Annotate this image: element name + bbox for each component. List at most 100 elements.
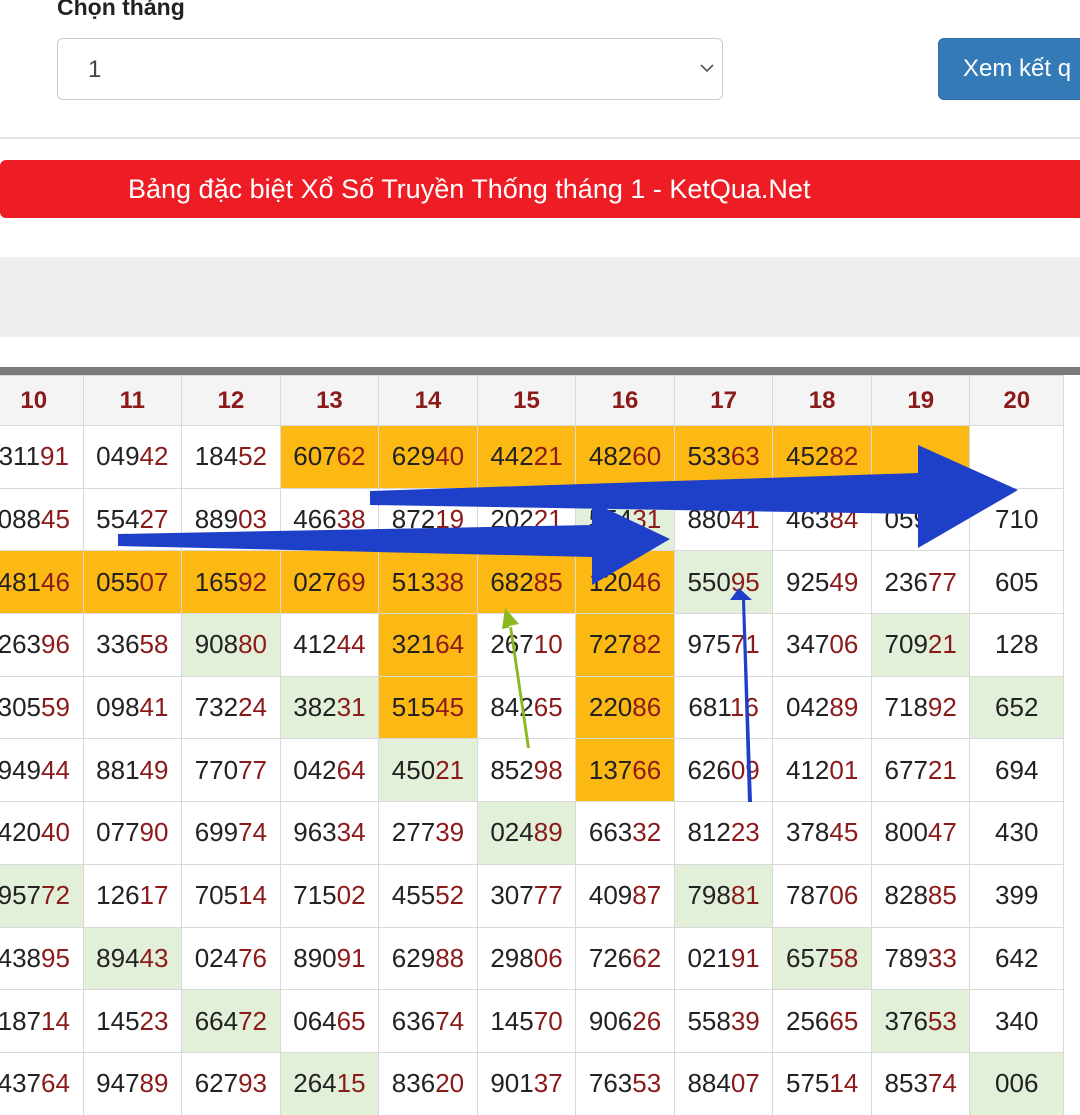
result-head-digits: 787 xyxy=(785,880,830,911)
result-cell: 78706 xyxy=(772,863,872,928)
result-tail-digits: 17 xyxy=(139,880,169,911)
result-head-digits: 450 xyxy=(391,754,436,785)
view-results-button[interactable]: Xem kết q xyxy=(938,38,1080,100)
result-head-digits: 770 xyxy=(194,754,239,785)
result-tail-digits: 39 xyxy=(435,817,465,848)
result-tail-digits: 77 xyxy=(927,566,957,597)
table-row: 94944 88149 77077 04264 45021 85298 13766 62609… xyxy=(0,738,1064,803)
result-tail-digits: 37 xyxy=(533,1068,563,1099)
result-cell: 33658 xyxy=(82,613,183,677)
month-select[interactable]: 1 xyxy=(57,38,723,100)
result-cell: 94944 xyxy=(0,738,84,803)
result-head-digits: 732 xyxy=(194,692,239,723)
result-head-digits: 088 xyxy=(0,504,41,535)
result-tail-digits: 44 xyxy=(41,754,70,785)
result-cell: 46638 xyxy=(279,487,380,552)
result-cell: 80047 xyxy=(870,801,971,865)
result-cell: 89091 xyxy=(279,926,380,991)
result-tail-digits: 71 xyxy=(730,629,760,660)
result-cell: 30777 xyxy=(476,863,577,928)
result-head-digits: 694 xyxy=(995,754,1039,785)
result-cell: 70921 xyxy=(870,613,971,677)
chevron-down-icon xyxy=(700,64,714,73)
result-tail-digits: 21 xyxy=(435,754,465,785)
result-cell: 73224 xyxy=(181,675,281,740)
result-tail-digits: 65 xyxy=(829,1005,859,1036)
result-head-digits: 657 xyxy=(785,942,830,973)
result-tail-digits: 63 xyxy=(730,441,760,472)
result-cell: 55431 xyxy=(575,487,675,552)
result-cell: 25665 xyxy=(772,989,872,1053)
result-cell: 29806 xyxy=(476,926,577,991)
result-head-digits: 626 xyxy=(687,754,731,785)
result-cell: 62609 xyxy=(673,738,774,803)
result-cell: 90626 xyxy=(575,989,675,1053)
result-tail-digits: 65 xyxy=(336,1005,366,1036)
result-head-digits: 430 xyxy=(995,817,1039,848)
result-tail-digits: 74 xyxy=(238,817,268,848)
result-tail-digits: 59 xyxy=(41,692,70,723)
result-head-digits: 710 xyxy=(995,504,1039,535)
result-tail-digits: 33 xyxy=(927,942,957,973)
result-head-digits: 455 xyxy=(391,880,436,911)
result-head-digits: 957 xyxy=(0,880,41,911)
result-tail-digits: 58 xyxy=(829,942,859,973)
column-header: 12 xyxy=(181,375,281,426)
result-head-digits: 120 xyxy=(588,566,633,597)
result-tail-digits: 62 xyxy=(336,441,366,472)
result-tail-digits: 89 xyxy=(829,692,859,723)
result-head-digits: 652 xyxy=(995,692,1039,723)
result-tail-digits: 39 xyxy=(730,1005,760,1036)
result-head-digits: 437 xyxy=(0,1068,41,1099)
table-row: 30559 09841 73224 38231 51545 84265 22086 68116… xyxy=(0,675,1064,740)
column-header: 13 xyxy=(279,375,380,426)
result-head-digits: 812 xyxy=(687,817,731,848)
result-head-digits: 220 xyxy=(588,692,633,723)
result-cell: 48146 xyxy=(0,550,84,615)
result-tail-digits: 06 xyxy=(829,880,859,911)
result-head-digits: 264 xyxy=(293,1068,337,1099)
result-cell: 02476 xyxy=(181,926,281,991)
result-head-digits: 642 xyxy=(995,942,1039,973)
divider xyxy=(0,137,1080,139)
result-tail-digits: 84 xyxy=(829,504,859,535)
result-head-digits: 098 xyxy=(96,692,140,723)
result-head-digits: 399 xyxy=(995,880,1039,911)
result-cell: 62988 xyxy=(378,926,478,991)
result-cell: 45021 xyxy=(378,738,478,803)
result-tail-digits: 38 xyxy=(435,566,465,597)
result-tail-digits: 49 xyxy=(829,566,859,597)
result-tail-digits: 69 xyxy=(336,566,366,597)
result-tail-digits: 03 xyxy=(238,504,268,535)
result-tail-digits: 16 xyxy=(729,692,759,723)
result-head-digits: 466 xyxy=(293,504,337,535)
result-head-digits: 880 xyxy=(687,504,731,535)
result-head-digits: 042 xyxy=(293,754,337,785)
result-head-digits: 949 xyxy=(0,754,41,785)
result-cell: 57514 xyxy=(772,1051,872,1115)
result-tail-digits: 34 xyxy=(336,817,366,848)
result-cell: 71892 xyxy=(870,675,971,740)
result-cell: 88903 xyxy=(181,487,281,552)
result-cell: 90137 xyxy=(476,1051,577,1115)
result-cell: 82885 xyxy=(870,863,971,928)
special-results-table-container[interactable]: 10 11 12 13 14 15 16 17 18 19 20 31191 04942 18452 60… xyxy=(0,367,1080,1115)
result-head-digits: 558 xyxy=(687,1005,731,1036)
result-cell: 14570 xyxy=(476,989,577,1053)
result-tail-digits: 14 xyxy=(41,1005,70,1036)
special-results-table: 10 11 12 13 14 15 16 17 18 19 20 31191 04942 18452 60… xyxy=(0,375,1064,1115)
result-tail-digits: 95 xyxy=(730,566,760,597)
result-head-digits: 890 xyxy=(293,942,337,973)
result-tail-digits: 27 xyxy=(139,504,169,535)
result-cell: 78933 xyxy=(870,926,971,991)
result-head-digits: 027 xyxy=(293,566,337,597)
result-head-digits: 236 xyxy=(884,566,928,597)
result-tail-digits: 23 xyxy=(730,817,760,848)
result-tail-digits: 21 xyxy=(927,754,957,785)
result-cell: 41201 xyxy=(772,738,872,803)
result-cell: 51338 xyxy=(378,550,478,615)
result-tail-digits: 20 xyxy=(435,1068,465,1099)
result-cell: 76353 xyxy=(575,1051,675,1115)
result-cell: 68116 xyxy=(673,675,774,740)
result-head-digits: 852 xyxy=(490,754,534,785)
